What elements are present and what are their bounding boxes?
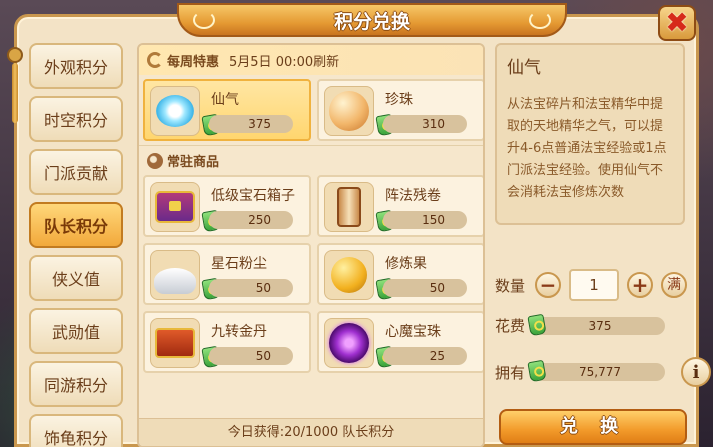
item-name: 仙气 [211, 92, 239, 108]
shop-item[interactable]: 修炼果 50 [317, 243, 483, 305]
quantity-label: 数量 [495, 276, 526, 295]
tab-spacetime-points[interactable]: 时空积分 [29, 96, 123, 142]
tassel-ornament [7, 47, 23, 127]
gem-chest-icon [150, 182, 200, 232]
item-name: 低级宝石箱子 [211, 188, 295, 204]
tab-appearance-points[interactable]: 外观积分 [29, 43, 123, 89]
item-price: 310 [383, 115, 467, 133]
tab-merit[interactable]: 武勋值 [29, 308, 123, 354]
cloud-ornament-icon [193, 11, 215, 29]
tab-captain-points[interactable]: 队长积分 [29, 202, 123, 248]
info-button[interactable]: i [681, 357, 711, 387]
shop-item[interactable]: 低级宝石箱子 250 [143, 175, 311, 237]
item-detail-panel: 仙气 从法宝碎片和法宝精华中提取的天地精华之气，可以提升4-6点普通法宝经验或1… [495, 43, 711, 447]
close-button[interactable]: ✖ [658, 5, 696, 41]
item-name: 阵法残卷 [385, 188, 441, 204]
item-name: 星石粉尘 [211, 256, 267, 272]
daily-points-earned: 今日获得:20/1000 队长积分 [139, 418, 483, 446]
item-price: 375 [209, 115, 293, 133]
cultivation-fruit-icon [324, 250, 374, 300]
item-name: 珍珠 [385, 92, 413, 108]
category-tabs: 外观积分 时空积分 门派贡献 队长积分 侠义值 武勋值 同游积分 饰龟积分 [29, 43, 129, 447]
shop-item[interactable]: 九转金丹 50 [143, 311, 311, 373]
max-button[interactable]: 满 [661, 272, 687, 298]
moon-icon [147, 52, 163, 68]
weekly-deals-header: 每周特惠 5月5日 00:00刷新 [139, 45, 483, 75]
increase-button[interactable]: + [627, 272, 653, 298]
item-description: 从法宝碎片和法宝精华中提取的天地精华之气，可以提升4-6点普通法宝经验或1点门派… [507, 97, 667, 200]
demon-orb-icon [324, 318, 374, 368]
captain-point-coin-icon [527, 359, 547, 383]
shop-item[interactable]: 心魔宝珠 25 [317, 311, 483, 373]
tab-companion-points[interactable]: 同游积分 [29, 361, 123, 407]
star-dust-icon [150, 250, 200, 300]
golden-elixir-icon [150, 318, 200, 368]
shop-item[interactable]: 星石粉尘 50 [143, 243, 311, 305]
item-price: 50 [209, 279, 293, 297]
regular-items-label: 常驻商品 [167, 155, 220, 170]
owned-value: 75,777 [579, 365, 621, 379]
quantity-stepper: 数量 − 1 + 满 [495, 269, 687, 301]
item-price: 50 [383, 279, 467, 297]
item-name: 心魔宝珠 [385, 324, 441, 340]
captain-point-coin-icon [527, 313, 547, 336]
item-price: 25 [383, 347, 467, 365]
item-name: 修炼果 [385, 256, 427, 272]
points-exchange-window: 积分兑换 ✖ 外观积分 时空积分 门派贡献 队长积分 侠义值 武勋值 同游积分 … [7, 3, 711, 447]
quantity-input[interactable]: 1 [569, 269, 619, 301]
item-description-box[interactable]: 仙气 从法宝碎片和法宝精华中提取的天地精华之气，可以提升4-6点普通法宝经验或1… [495, 43, 685, 225]
refresh-time: 5月5日 00:00刷新 [229, 54, 340, 70]
item-detail-title: 仙气 [507, 58, 541, 78]
owned-value-bar: 75,777 [527, 359, 665, 383]
cost-value-bar: 375 [527, 313, 665, 336]
item-price: 150 [383, 211, 467, 229]
shop-item[interactable]: 珍珠 310 [317, 79, 483, 141]
tab-chivalry[interactable]: 侠义值 [29, 255, 123, 301]
shop-item[interactable]: 仙气 375 [143, 79, 311, 141]
shop-list: 每周特惠 5月5日 00:00刷新 仙气 375 珍珠 310 常驻商品 低级宝… [137, 43, 485, 447]
shop-item[interactable]: 阵法残卷 150 [317, 175, 483, 237]
swirl-icon [147, 152, 163, 169]
cost-row: 花费 375 [495, 313, 665, 336]
pearl-icon [324, 86, 374, 136]
window-title: 积分兑换 [333, 10, 410, 33]
title-bar: 积分兑换 [177, 3, 567, 37]
formation-scroll-icon [324, 182, 374, 232]
weekly-deals-label: 每周特惠 [167, 54, 220, 70]
cloud-ornament-icon [529, 11, 551, 29]
regular-items-header: 常驻商品 [139, 145, 483, 175]
cost-value: 375 [588, 318, 612, 333]
spirit-energy-icon [150, 86, 200, 136]
item-name: 九转金丹 [211, 324, 267, 340]
exchange-button[interactable]: 兑 换 [499, 409, 687, 445]
owned-row: 拥有 75,777 i [495, 357, 711, 387]
close-icon: ✖ [665, 6, 689, 39]
tab-other-points[interactable]: 饰龟积分 [29, 414, 123, 447]
decrease-button[interactable]: − [535, 272, 561, 298]
item-price: 250 [209, 211, 293, 229]
tab-sect-contribution[interactable]: 门派贡献 [29, 149, 123, 195]
item-price: 50 [209, 347, 293, 365]
